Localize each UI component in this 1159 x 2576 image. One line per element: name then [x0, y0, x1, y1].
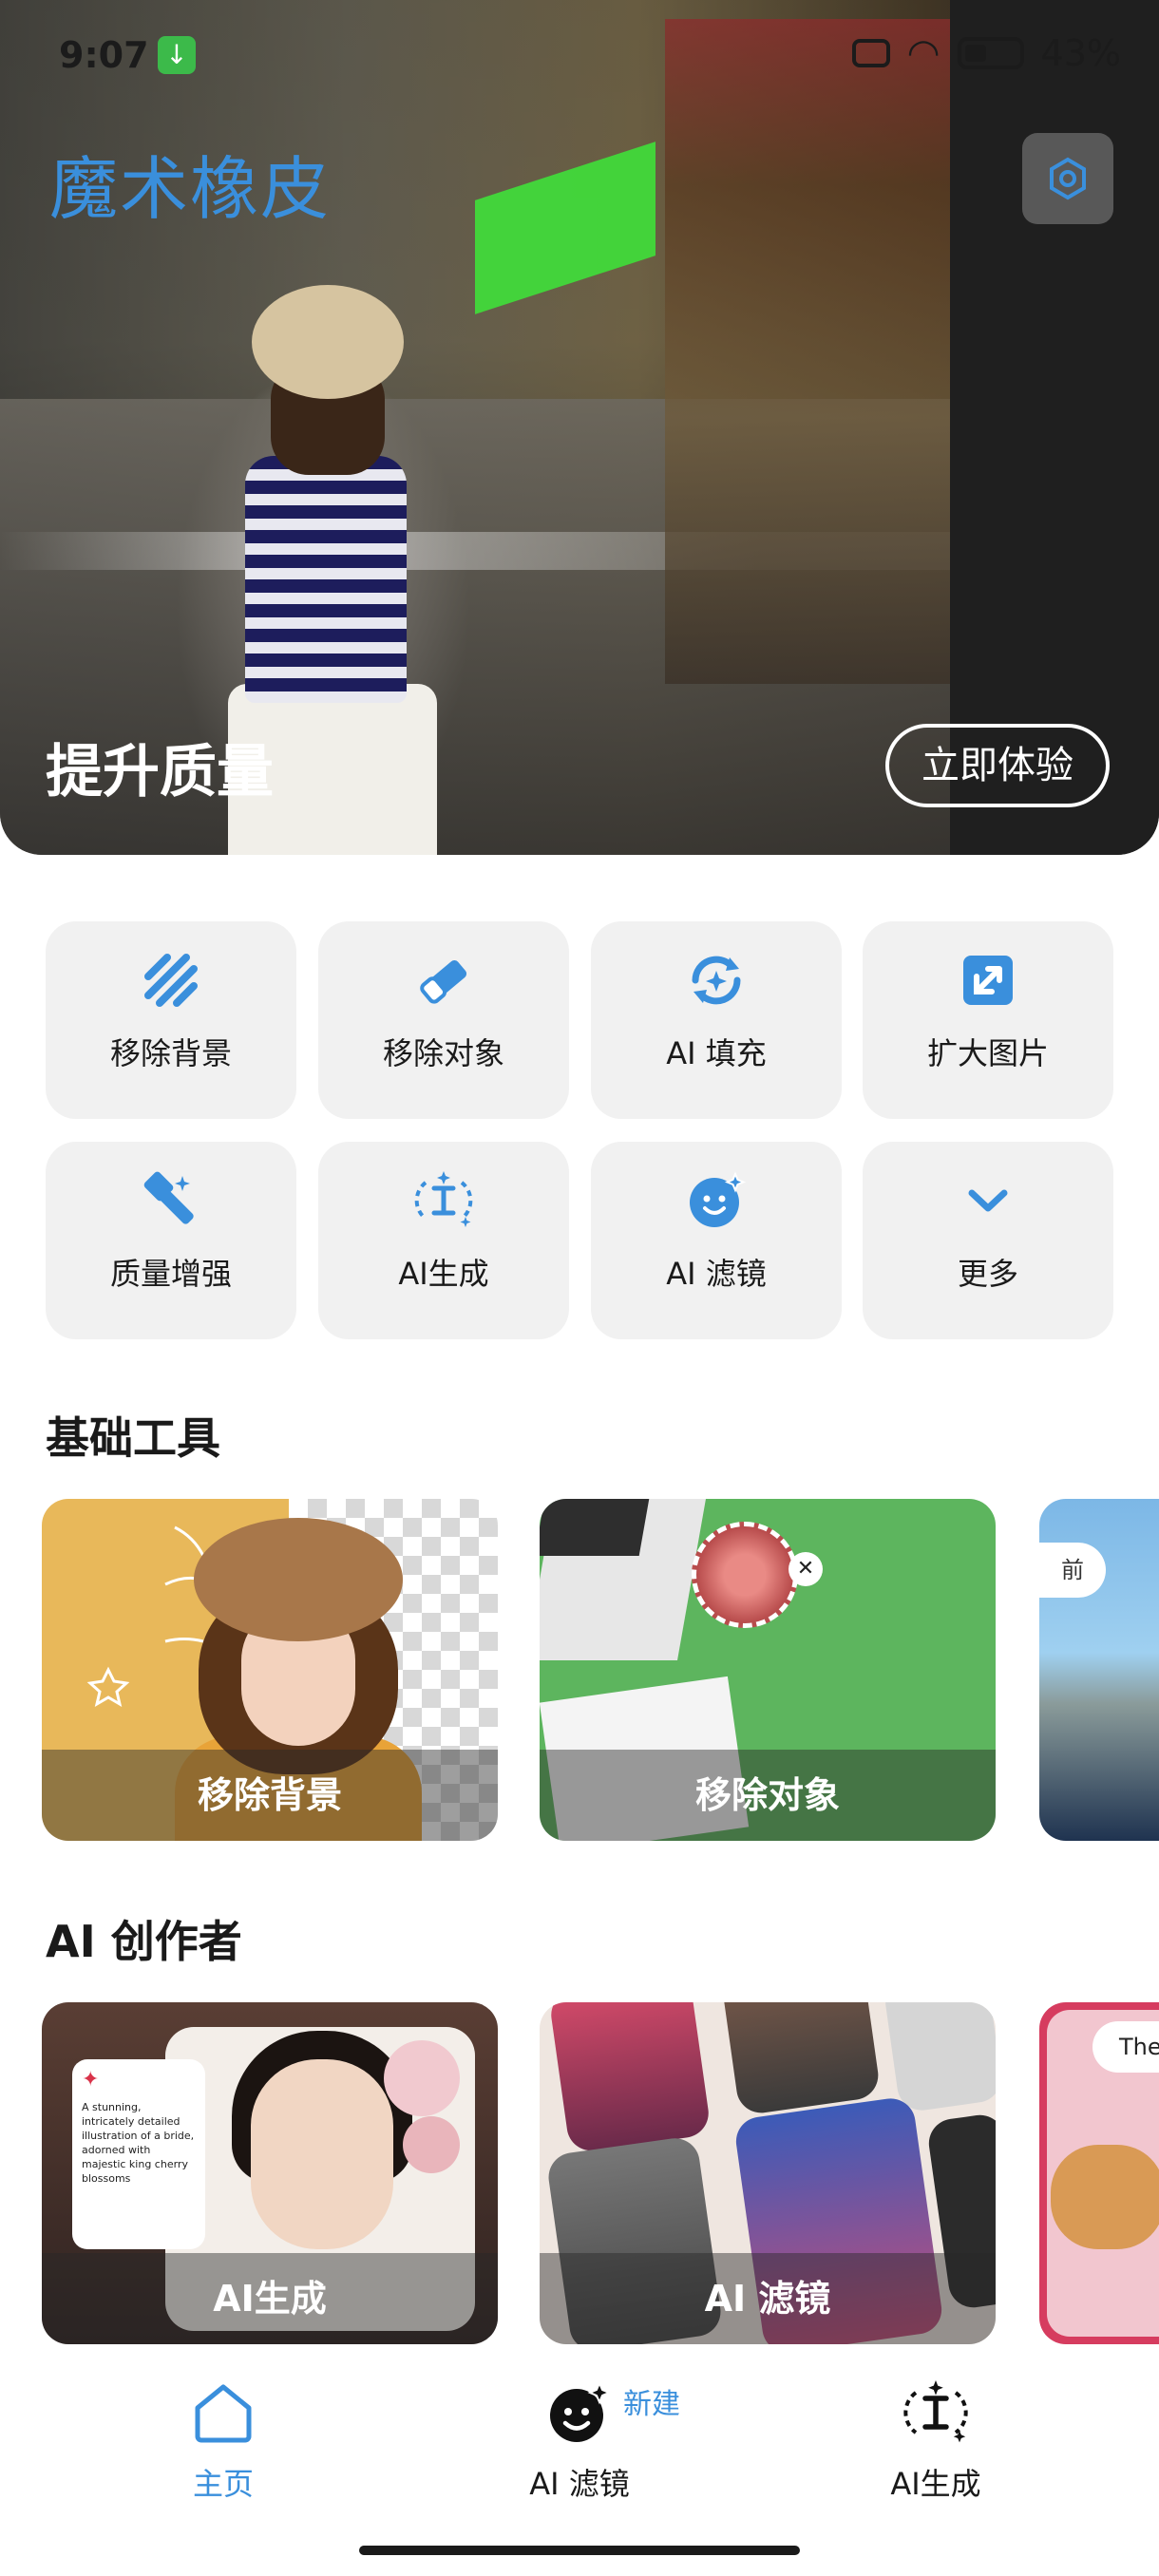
tool-remove-object[interactable]: 移除对象: [318, 921, 569, 1119]
tool-label: AI 滤镜: [666, 1256, 767, 1292]
tool-expand-image[interactable]: 扩大图片: [863, 921, 1113, 1119]
hero-shops: [665, 19, 950, 684]
nav-ai-generate[interactable]: AI生成: [831, 2375, 1040, 2504]
text-bubble: The: [1092, 2021, 1159, 2073]
card-enhance-peek[interactable]: 前: [1039, 1499, 1159, 1841]
hero-caption: 提升质量: [46, 739, 274, 805]
card-dog: [1051, 2145, 1159, 2249]
face-sparkle-icon: [682, 1166, 750, 1235]
hero-person-top: [245, 456, 407, 703]
section-title-ai-creator: AI 创作者: [46, 1916, 242, 1967]
filter-tile: [882, 2002, 996, 2113]
card-caption: AI生成: [42, 2253, 498, 2344]
card-remove-object[interactable]: ✕ 移除对象: [540, 1499, 996, 1841]
tool-label: AI 填充: [666, 1035, 767, 1071]
card-woman-hat: [194, 1518, 403, 1641]
try-now-button[interactable]: 立即体验: [885, 724, 1110, 807]
tool-label: 移除背景: [109, 1035, 232, 1071]
home-indicator[interactable]: [359, 2546, 800, 2555]
download-icon: ↓: [158, 36, 196, 74]
tool-ai-filter[interactable]: AI 滤镜: [591, 1142, 842, 1339]
battery-icon: [957, 37, 1024, 69]
settings-button[interactable]: [1022, 133, 1113, 224]
magic-wand-icon: [137, 1166, 205, 1235]
tool-label: 质量增强: [109, 1256, 232, 1292]
app-title: 魔术橡皮: [49, 149, 332, 229]
section-title-basic-tools: 基础工具: [46, 1412, 220, 1464]
stripes-icon: [137, 946, 205, 1014]
text-cursor-sparkle-icon: [831, 2375, 1040, 2451]
nav-label: AI生成: [890, 2466, 981, 2502]
text-cursor-sparkle-icon: [409, 1166, 478, 1235]
prompt-card: ✦ A stunning, intricately detailed illus…: [72, 2059, 205, 2249]
wifi-icon: ◠: [906, 31, 940, 75]
eraser-icon: [409, 946, 478, 1014]
card-blossom: [384, 2040, 460, 2116]
hero-banner[interactable]: 9:07 ↓ ◠ 43% 魔术橡皮 提升质量 立即体验: [0, 0, 1159, 855]
tool-label: 更多: [957, 1256, 1018, 1292]
tool-label: 移除对象: [382, 1035, 504, 1071]
filter-tile: [720, 2002, 882, 2116]
status-bar: 9:07 ↓ ◠ 43%: [0, 0, 1159, 104]
nav-label: AI 滤镜: [529, 2466, 630, 2502]
bottom-navigation: 主页 AI 滤镜 新建 AI生成: [0, 2356, 1159, 2576]
card-ai-filter[interactable]: AI 滤镜: [540, 2002, 996, 2344]
card-bride-face: [251, 2059, 393, 2249]
tool-ai-fill[interactable]: AI 填充: [591, 921, 842, 1119]
tool-remove-background[interactable]: 移除背景: [46, 921, 296, 1119]
hero-awning: [475, 142, 656, 314]
tool-label: AI生成: [398, 1256, 489, 1292]
expand-image-icon: [954, 946, 1022, 1014]
close-icon: ✕: [788, 1552, 823, 1586]
card-caption: AI 滤镜: [540, 2253, 996, 2344]
card-blossom: [403, 2116, 460, 2173]
screen-icon: [851, 39, 890, 67]
nav-home[interactable]: 主页: [119, 2375, 328, 2504]
card-ai-pet-peek[interactable]: The: [1039, 2002, 1159, 2344]
card-ai-generate[interactable]: ✦ A stunning, intricately detailed illus…: [42, 2002, 498, 2344]
magic-wand-icon: ✦: [82, 2068, 100, 2092]
tool-more[interactable]: 更多: [863, 1142, 1113, 1339]
status-time: 9:07: [59, 34, 149, 76]
tool-ai-generate[interactable]: AI生成: [318, 1142, 569, 1339]
card-remove-background[interactable]: 移除背景: [42, 1499, 498, 1841]
settings-icon: [1050, 157, 1086, 200]
tool-label: 扩大图片: [926, 1035, 1049, 1071]
hero-person-hat: [252, 285, 404, 399]
before-badge: 前: [1039, 1543, 1106, 1598]
chevron-down-icon: [954, 1166, 1022, 1235]
card-caption: 移除背景: [42, 1750, 498, 1841]
card-caption: 移除对象: [540, 1750, 996, 1841]
new-badge: 新建: [623, 2388, 680, 2421]
ai-fill-icon: [682, 946, 750, 1014]
filter-tile: [547, 2002, 712, 2154]
nav-label: 主页: [192, 2466, 254, 2502]
battery-percent: 43%: [1040, 32, 1121, 74]
card-keyboard: [540, 1499, 650, 1556]
tool-quality-enhance[interactable]: 质量增强: [46, 1142, 296, 1339]
home-icon: [119, 2375, 328, 2451]
prompt-text: A stunning, intricately detailed illustr…: [82, 2101, 195, 2185]
card-cup-selected: [692, 1522, 798, 1628]
